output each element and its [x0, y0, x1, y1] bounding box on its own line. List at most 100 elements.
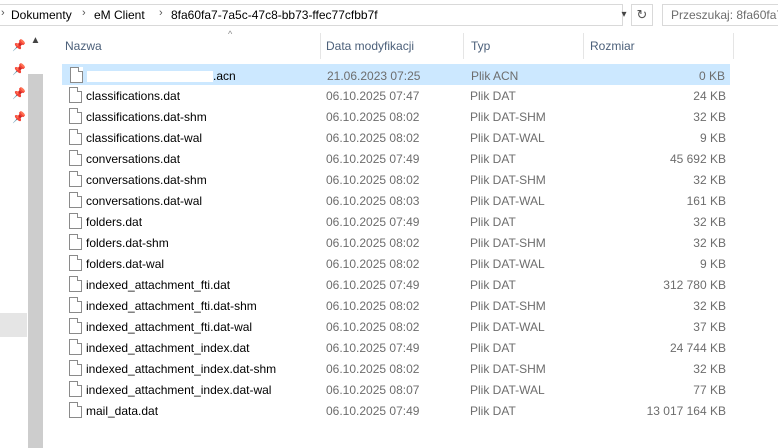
breadcrumb-item-folder[interactable]: 8fa60fa7-7a5c-47c8-bb73-ffec77cfbb7f: [171, 8, 378, 22]
breadcrumb-item-emclient[interactable]: eM Client: [94, 8, 145, 22]
file-name: indexed_attachment_index.dat-shm: [86, 362, 276, 376]
file-date: 06.10.2025 08:02: [326, 110, 420, 124]
table-row[interactable]: indexed_attachment_fti.dat-wal 06.10.2025…: [62, 316, 730, 337]
file-size: 32 KB: [693, 299, 726, 313]
file-name-text: folders.dat-wal: [86, 257, 165, 271]
file-size: 45 692 KB: [669, 152, 726, 166]
column-header-row: ^ Nazwa Data modyfikacji Typ Rozmiar: [44, 29, 778, 60]
file-name-text: indexed_attachment_fti.dat-wal: [86, 320, 253, 334]
file-name-text: indexed_attachment_index.dat-shm: [86, 362, 277, 376]
table-row[interactable]: indexed_attachment_fti.dat 06.10.2025 07:…: [62, 274, 730, 295]
column-divider[interactable]: [463, 33, 464, 59]
file-name: conversations.dat: [86, 152, 180, 166]
file-name-text: folders.dat-shm: [86, 236, 169, 250]
file-name-text: classifications.dat: [86, 89, 181, 103]
file-size: 32 KB: [693, 236, 726, 250]
file-type: Plik DAT-SHM: [470, 173, 546, 187]
breadcrumb-item-dokumenty[interactable]: Dokumenty: [11, 8, 72, 22]
table-row[interactable]: indexed_attachment_index.dat-shm 06.10.20…: [62, 358, 730, 379]
nav-selected-item[interactable]: [0, 313, 27, 337]
table-row[interactable]: classifications.dat-shm 06.10.2025 08:02 P…: [62, 106, 730, 127]
file-type: Plik DAT: [470, 404, 516, 418]
file-icon: [69, 87, 82, 103]
table-row[interactable]: indexed_attachment_index.dat 06.10.2025 0…: [62, 337, 730, 358]
file-name-text: indexed_attachment_fti.dat: [86, 278, 231, 292]
file-size: 24 744 KB: [669, 341, 726, 355]
file-type: Plik DAT-WAL: [470, 320, 545, 334]
chevron-down-icon[interactable]: ▾: [617, 6, 631, 24]
file-name: folders.dat-wal: [86, 257, 164, 271]
table-row[interactable]: folders.dat-shm 06.10.2025 08:02 Plik DAT-…: [62, 232, 730, 253]
file-name-text: folders.dat: [86, 215, 143, 229]
file-size: 32 KB: [693, 110, 726, 124]
pin-icon[interactable]: 📌: [12, 88, 26, 100]
file-size: 32 KB: [693, 362, 726, 376]
file-size: 161 KB: [686, 194, 726, 208]
column-header-size[interactable]: Rozmiar: [590, 39, 635, 53]
file-size: 77 KB: [693, 383, 726, 397]
file-icon: [69, 339, 82, 355]
table-row[interactable]: .acn 21.06.2023 07:25 Plik ACN 0 KB: [62, 64, 730, 85]
scrollbar-thumb[interactable]: [28, 74, 43, 448]
pin-icon[interactable]: 📌: [12, 40, 26, 52]
file-name: indexed_attachment_index.dat-wal: [86, 383, 271, 397]
file-type: Plik DAT-SHM: [470, 110, 546, 124]
column-divider[interactable]: [320, 33, 321, 59]
file-name: mail_data.dat: [86, 404, 158, 418]
file-name: indexed_attachment_fti.dat: [86, 278, 230, 292]
chevron-right-icon[interactable]: ›: [82, 7, 86, 19]
refresh-button[interactable]: ↻: [631, 4, 653, 26]
file-name-text: conversations.dat-wal: [86, 194, 203, 208]
table-row[interactable]: indexed_attachment_fti.dat-shm 06.10.2025…: [62, 295, 730, 316]
search-input[interactable]: Przeszukaj: 8fa60fa7-7a...: [662, 4, 778, 26]
chevron-right-icon: ›: [1, 7, 5, 19]
file-size: 0 KB: [698, 69, 725, 83]
pin-icon[interactable]: 📌: [12, 64, 26, 76]
column-divider[interactable]: [583, 33, 584, 59]
table-row[interactable]: indexed_attachment_index.dat-wal 06.10.20…: [62, 379, 730, 400]
pin-icon[interactable]: 📌: [12, 112, 26, 124]
file-name-text: mail_data.dat: [86, 404, 159, 418]
file-date: 06.10.2025 07:49: [326, 152, 420, 166]
file-size: 9 KB: [699, 257, 726, 271]
file-type: Plik DAT: [470, 278, 516, 292]
file-date: 06.10.2025 08:02: [326, 173, 420, 187]
table-row[interactable]: classifications.dat-wal 06.10.2025 08:02 P…: [62, 127, 730, 148]
table-row[interactable]: mail_data.dat 06.10.2025 07:49 Plik DAT 13 …: [62, 400, 730, 421]
file-type: Plik DAT-WAL: [470, 131, 545, 145]
column-header-type[interactable]: Typ: [471, 39, 490, 53]
file-type: Plik DAT-SHM: [470, 236, 546, 250]
file-name: conversations.dat-wal: [86, 194, 202, 208]
table-row[interactable]: folders.dat-wal 06.10.2025 08:02 Plik DAT-…: [62, 253, 730, 274]
file-date: 06.10.2025 08:02: [326, 362, 420, 376]
table-row[interactable]: conversations.dat-wal 06.10.2025 08:03 Pli…: [62, 190, 730, 211]
file-type: Plik DAT-SHM: [470, 299, 546, 313]
file-name: classifications.dat-wal: [86, 131, 202, 145]
file-icon: [69, 192, 82, 208]
chevron-right-icon[interactable]: ›: [159, 7, 163, 19]
table-row[interactable]: folders.dat 06.10.2025 07:49 Plik DAT 32 KB: [62, 211, 730, 232]
scroll-up-arrow-icon[interactable]: ▲: [28, 35, 43, 49]
column-header-name[interactable]: Nazwa: [65, 39, 102, 53]
file-type: Plik DAT: [470, 152, 516, 166]
file-icon: [69, 150, 82, 166]
address-bar: › Dokumenty › eM Client › 8fa60fa7-7a5c-…: [0, 0, 778, 31]
file-size: 32 KB: [693, 173, 726, 187]
column-header-date[interactable]: Data modyfikacji: [326, 39, 414, 53]
file-date: 06.10.2025 07:49: [326, 341, 420, 355]
file-size: 9 KB: [699, 131, 726, 145]
file-name: conversations.dat-shm: [86, 173, 207, 187]
file-name-text: .acn: [213, 69, 236, 83]
file-size: 32 KB: [693, 215, 726, 229]
file-icon: [69, 381, 82, 397]
table-row[interactable]: conversations.dat 06.10.2025 07:49 Plik DA…: [62, 148, 730, 169]
file-date: 06.10.2025 07:49: [326, 404, 420, 418]
table-row[interactable]: conversations.dat-shm 06.10.2025 08:02 Pli…: [62, 169, 730, 190]
file-name: indexed_attachment_fti.dat-wal: [86, 320, 252, 334]
file-type: Plik DAT-WAL: [470, 257, 545, 271]
file-icon: [69, 255, 82, 271]
file-date: 06.10.2025 08:07: [326, 383, 420, 397]
file-icon: [69, 171, 82, 187]
table-row[interactable]: classifications.dat 06.10.2025 07:47 Plik …: [62, 85, 730, 106]
column-divider[interactable]: [733, 33, 734, 59]
